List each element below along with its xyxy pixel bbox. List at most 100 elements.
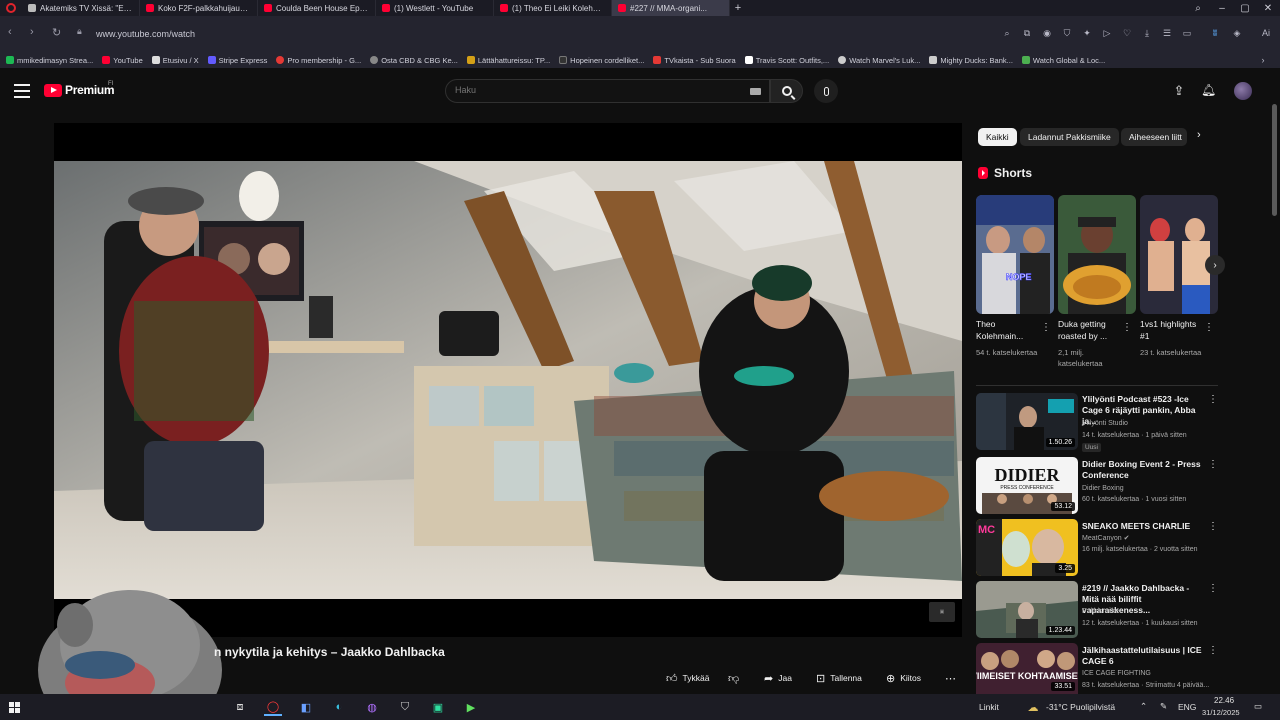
heart-icon[interactable]: ♡ [1122, 28, 1132, 38]
page-scrollbar[interactable] [1272, 104, 1277, 216]
translate-icon[interactable]: ʬ [1210, 28, 1220, 38]
rec-channel[interactable]: ICE CAGE FIGHTING [1082, 670, 1151, 677]
save-button[interactable]: ⊡ Tallenna [816, 668, 862, 688]
bookmark-item[interactable]: Hopeinen cordelliket... [559, 56, 644, 65]
rec-channel[interactable]: MeatCanyon ✔ [1082, 534, 1130, 542]
rec-channel[interactable]: Didier Boxing [1082, 485, 1124, 492]
thanks-button[interactable]: ⊕ Kiitos [886, 668, 921, 688]
more-vert-icon[interactable]: ⋮ [1208, 583, 1218, 594]
bookmark-item[interactable]: Etusivu / X [151, 56, 199, 65]
task-view-icon[interactable]: ⧈ [231, 698, 249, 716]
browser-tab[interactable]: Coulda Been House Episo... [258, 0, 376, 16]
guide-menu-button[interactable] [14, 84, 30, 98]
zoom-icon[interactable]: ⌕ [1002, 28, 1012, 38]
extension-icon[interactable]: ✦ [1082, 28, 1092, 38]
chip-uploaded-by[interactable]: Ladannut Pakkismiike [1020, 128, 1119, 146]
notification-center-icon[interactable]: ▭ [1254, 701, 1262, 712]
cube-icon[interactable]: ◈ [1232, 28, 1242, 38]
lock-icon[interactable]: 🔒︎ [77, 26, 82, 37]
bookmark-item[interactable]: Mighty Ducks: Bank... [929, 56, 1013, 65]
notifications-bell-icon[interactable]: 🔔︎ [1201, 83, 1216, 97]
reload-icon[interactable]: ↻ [52, 26, 61, 39]
search-tabs-icon[interactable]: ⌕ [1186, 0, 1210, 16]
rec-title[interactable]: SNEAKO MEETS CHARLIE [1082, 521, 1206, 532]
rec-title[interactable]: Jälkihaastattelutilaisuus | ICE CAGE 6 [1082, 645, 1206, 667]
browser-tab-active[interactable]: #227 // MMA-organi... [612, 0, 730, 16]
rec-thumbnail[interactable]: VIIMEISET KOHTAAMISET 33.51 [976, 643, 1078, 694]
edge-browser-icon[interactable]: ◐ [330, 698, 348, 716]
keyboard-icon[interactable] [750, 88, 761, 95]
search-button[interactable] [770, 79, 803, 103]
rec-title[interactable]: Didier Boxing Event 2 - Press Conference [1082, 459, 1206, 481]
rec-thumbnail[interactable]: DIDIER PRESS CONFERENCE 53.12 [976, 457, 1078, 514]
photos-app-icon[interactable]: ◧ [297, 698, 315, 716]
close-window-button[interactable]: ✕ [1256, 0, 1280, 16]
more-vert-icon[interactable]: ⋮ [1208, 394, 1218, 405]
browser-tab[interactable]: Akatemiks TV Xissä: "En S... [22, 0, 140, 16]
more-actions-button[interactable]: ⋯ [945, 668, 956, 688]
bookmark-item[interactable]: Osta CBD & CBG Ke... [370, 56, 458, 65]
share-button[interactable]: ➦ Jaa [764, 668, 792, 688]
language-indicator[interactable]: ENG [1178, 702, 1196, 712]
browser-tab[interactable]: (1) Westlett - YouTube [376, 0, 494, 16]
rec-channel[interactable]: Ylilyönti Studio [1082, 420, 1128, 427]
minimize-button[interactable]: – [1210, 0, 1234, 16]
shorts-next-button[interactable]: › [1205, 255, 1225, 275]
play-icon[interactable]: ▷ [1102, 28, 1112, 38]
taskbar-links[interactable]: Linkit [979, 702, 999, 712]
more-vert-icon[interactable]: ⋮ [1208, 521, 1218, 532]
chip-related[interactable]: Aiheeseen liitt [1121, 128, 1187, 146]
media-player-icon[interactable]: ▶ [462, 698, 480, 716]
bookmark-item[interactable]: Stripe Express [207, 56, 267, 65]
account-avatar[interactable] [1234, 82, 1252, 100]
back-icon[interactable]: ‹ [8, 26, 12, 38]
short-thumbnail[interactable] [1058, 195, 1136, 314]
short-title[interactable]: Duka getting roasted by ... [1058, 318, 1124, 342]
bookmark-item[interactable]: mmikedimasyn Strea... [6, 56, 93, 65]
forward-icon[interactable]: › [30, 26, 34, 38]
tray-chevron-icon[interactable]: ⌃ [1140, 701, 1147, 712]
short-title[interactable]: 1vs1 highlights #1 [1140, 318, 1206, 342]
bookmark-item[interactable]: YouTube [102, 56, 143, 65]
camera-icon[interactable]: ◉ [1042, 28, 1052, 38]
rec-thumbnail[interactable]: 1.50.26 [976, 393, 1078, 450]
browser-tab[interactable]: (1) Theo Ei Leiki Kolehmai... [494, 0, 612, 16]
clock-time[interactable]: 22.46 [1214, 696, 1234, 705]
chat-app-icon[interactable]: ▣ [429, 698, 447, 716]
like-button[interactable]: 👍︎ Tykkää [666, 668, 709, 688]
bookmark-item[interactable]: TVkaista - Sub Suora [653, 56, 736, 65]
short-title[interactable]: Theo Kolehmain... [976, 318, 1042, 342]
bookmark-item[interactable]: Pro membership - G... [276, 56, 361, 65]
weather-icon[interactable]: ☁ [1024, 698, 1042, 716]
rec-thumbnail[interactable]: 1.23.44 [976, 581, 1078, 638]
chips-next-icon[interactable]: › [1197, 129, 1201, 141]
voice-search-button[interactable] [814, 79, 838, 103]
youtube-premium-logo[interactable]: Premium FI [44, 81, 115, 97]
vpn-shield-icon[interactable]: ⛉ [396, 698, 414, 716]
start-button-icon[interactable] [9, 702, 20, 713]
channel-watermark[interactable]: ▣ [929, 602, 955, 622]
weather-text[interactable]: -31°C Puolipilvistä [1046, 702, 1115, 712]
ai-icon[interactable]: Ai [1256, 28, 1276, 38]
more-vert-icon[interactable]: ⋮ [1208, 459, 1218, 470]
more-vert-icon[interactable]: ⋮ [1204, 322, 1214, 333]
dislike-button[interactable]: 👎︎ [728, 668, 739, 688]
chip-all[interactable]: Kaikki [978, 128, 1017, 146]
maximize-button[interactable]: ▢ [1233, 0, 1257, 16]
rec-thumbnail[interactable]: MC 3.25 [976, 519, 1078, 576]
download-icon[interactable]: ⤓ [1142, 28, 1152, 38]
browser-tab[interactable]: Koko F2F-palkkahuijaus -... [140, 0, 258, 16]
more-vert-icon[interactable]: ⋮ [1041, 322, 1051, 333]
bookmark-item[interactable]: Watch Marvel's Luk... [838, 56, 920, 65]
more-vert-icon[interactable]: ⋮ [1208, 645, 1218, 656]
screenshot-icon[interactable]: ⧉ [1022, 28, 1032, 38]
opera-browser-icon[interactable]: ◯ [264, 698, 282, 716]
video-frame[interactable] [54, 161, 962, 599]
bookmark-item[interactable]: Watch Global & Loc... [1021, 56, 1105, 65]
rec-channel[interactable]: Pakkismiike [1082, 608, 1119, 615]
menu-lines-icon[interactable]: ☰ [1162, 28, 1172, 38]
discord-icon[interactable]: ◍ [363, 698, 381, 716]
search-input[interactable] [455, 85, 735, 95]
create-upload-icon[interactable]: ⇪ [1172, 84, 1186, 98]
bookmark-item[interactable]: Lättähattureissu: TP... [466, 56, 550, 65]
